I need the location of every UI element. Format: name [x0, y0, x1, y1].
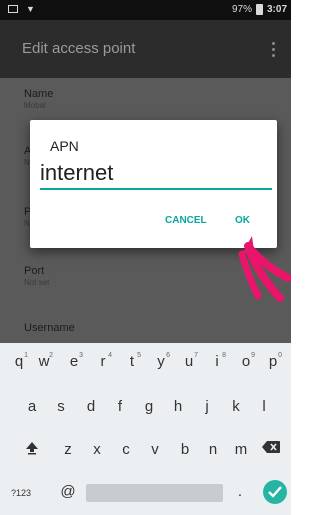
key-x[interactable]: x: [88, 441, 106, 458]
key-s[interactable]: s: [52, 398, 70, 415]
key-n[interactable]: n: [204, 441, 222, 458]
dialog-title: APN: [50, 138, 79, 154]
key-label: o: [241, 353, 251, 370]
key-number-hint: 8: [222, 352, 226, 359]
key-t[interactable]: 5t: [121, 352, 143, 370]
key-m[interactable]: m: [232, 441, 250, 458]
key-d[interactable]: d: [82, 398, 100, 415]
done-checkmark-icon[interactable]: [263, 480, 287, 504]
shift-icon[interactable]: [20, 440, 44, 460]
key-number-hint: 1: [24, 352, 28, 359]
key-label: w: [38, 353, 50, 370]
key-l[interactable]: l: [255, 398, 273, 415]
key-label: q: [14, 353, 24, 370]
clock: 3:07: [266, 4, 287, 15]
key-o[interactable]: 9o: [235, 352, 257, 370]
key-c[interactable]: c: [117, 441, 135, 458]
key-b[interactable]: b: [176, 441, 194, 458]
key-number-hint: 5: [137, 352, 141, 359]
battery-icon: [255, 4, 263, 15]
toolbar: Edit access point: [0, 20, 291, 78]
key-u[interactable]: 7u: [178, 352, 200, 370]
key-number-hint: 3: [79, 352, 83, 359]
apn-input[interactable]: [40, 160, 272, 190]
battery-percent: 97%: [231, 4, 252, 15]
setting-port[interactable]: Port Not set: [24, 265, 49, 287]
key-g[interactable]: g: [140, 398, 158, 415]
key-number-hint: 6: [166, 352, 170, 359]
key-v[interactable]: v: [146, 441, 164, 458]
at-key[interactable]: @: [58, 483, 78, 500]
key-a[interactable]: a: [23, 398, 41, 415]
setting-label: Name: [24, 88, 54, 100]
key-w[interactable]: 2w: [33, 352, 55, 370]
key-p[interactable]: 0p: [262, 352, 284, 370]
key-label: r: [100, 353, 106, 370]
wifi-icon: ▼: [26, 4, 35, 14]
setting-username[interactable]: Username: [24, 322, 75, 335]
status-bar: ▼ 97% 3:07: [0, 0, 291, 20]
annotation-arrow-icon: [238, 236, 291, 302]
backspace-icon[interactable]: [258, 440, 284, 457]
key-number-hint: 7: [194, 352, 198, 359]
key-f[interactable]: f: [111, 398, 129, 415]
key-number-hint: 2: [49, 352, 53, 359]
key-h[interactable]: h: [169, 398, 187, 415]
keyboard: 1q2w3e4r5t6y7u8i9o0p asdfghjkl zxcvbnm ?…: [0, 343, 291, 515]
screenshot-icon: [8, 5, 18, 13]
key-j[interactable]: j: [198, 398, 216, 415]
page-title: Edit access point: [22, 40, 136, 57]
key-label: y: [157, 353, 165, 370]
key-label: p: [268, 353, 278, 370]
key-k[interactable]: k: [227, 398, 245, 415]
key-q[interactable]: 1q: [8, 352, 30, 370]
ok-button[interactable]: OK: [235, 215, 250, 226]
period-key[interactable]: .: [233, 483, 247, 500]
key-e[interactable]: 3e: [63, 352, 85, 370]
symbols-key[interactable]: ?123: [6, 488, 36, 498]
key-number-hint: 4: [108, 352, 112, 359]
overflow-menu-icon[interactable]: [272, 42, 275, 60]
key-number-hint: 0: [278, 352, 282, 359]
setting-value: Mobal: [24, 101, 46, 110]
setting-label: Port: [24, 265, 45, 277]
key-r[interactable]: 4r: [92, 352, 114, 370]
key-i[interactable]: 8i: [206, 352, 228, 370]
key-y[interactable]: 6y: [150, 352, 172, 370]
setting-value: Not set: [24, 278, 50, 287]
space-bar[interactable]: [86, 484, 223, 502]
apn-dialog: APN CANCEL OK: [30, 120, 277, 248]
key-z[interactable]: z: [59, 441, 77, 458]
setting-name[interactable]: Name Mobal: [24, 88, 53, 110]
cancel-button[interactable]: CANCEL: [165, 215, 207, 226]
setting-label: Username: [24, 322, 75, 334]
key-number-hint: 9: [251, 352, 255, 359]
key-label: i: [215, 353, 219, 370]
key-label: u: [184, 353, 194, 370]
key-label: t: [129, 353, 135, 370]
key-label: e: [69, 353, 79, 370]
